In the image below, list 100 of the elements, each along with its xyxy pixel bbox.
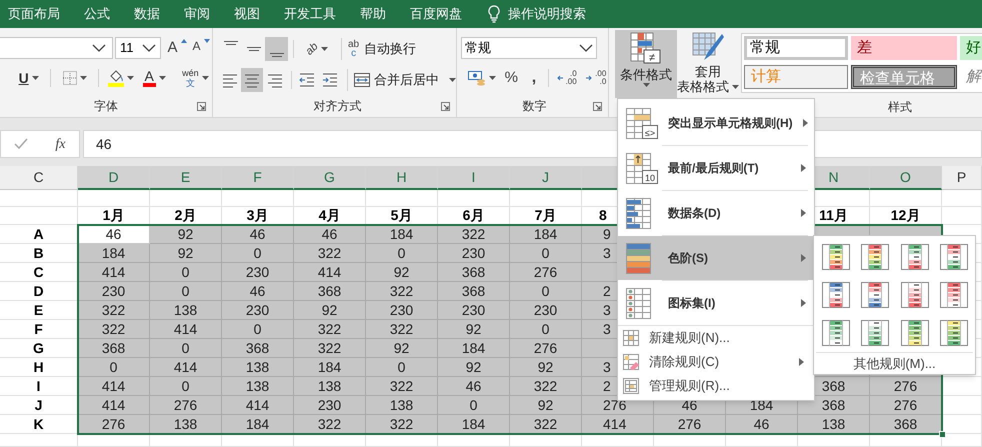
- table-cell: 138: [150, 301, 222, 320]
- table-cell: 322: [510, 377, 582, 396]
- table-cell: 46: [222, 282, 294, 301]
- row-label: A: [0, 225, 78, 244]
- month-header: 3月: [222, 207, 294, 225]
- table-cell: 138: [294, 377, 366, 396]
- table-cell: 230: [222, 301, 294, 320]
- table-cell: 414: [582, 415, 654, 434]
- row-label: D: [0, 282, 78, 301]
- table-cell: 414: [78, 263, 150, 282]
- month-header: 7月: [510, 207, 582, 225]
- table-cell: 230: [366, 301, 438, 320]
- table-cell: 368: [438, 282, 510, 301]
- table-cell: 368: [870, 415, 942, 434]
- table-cell: 414: [78, 396, 150, 415]
- table-cell: 92: [150, 225, 222, 244]
- table-cell: 414: [294, 263, 366, 282]
- table-cell: 46: [726, 415, 798, 434]
- table-cell: 0: [150, 377, 222, 396]
- table-cell: 46: [222, 225, 294, 244]
- table-cell: 230: [438, 301, 510, 320]
- table-cell: 414: [150, 358, 222, 377]
- table-cell: 46: [78, 225, 150, 244]
- table-cell: 276: [870, 396, 942, 415]
- table-cell: 368: [294, 282, 366, 301]
- table-cell: 0: [366, 358, 438, 377]
- table-cell: 0: [150, 263, 222, 282]
- table-cell: 46: [438, 377, 510, 396]
- table-cell: 322: [366, 320, 438, 339]
- month-header: 6月: [438, 207, 510, 225]
- table-cell: 230: [222, 263, 294, 282]
- table-cell: 0: [510, 244, 582, 263]
- number-format-value: 常规: [465, 39, 491, 58]
- table-cell: 92: [438, 320, 510, 339]
- table-cell: 276: [78, 415, 150, 434]
- group-label: 样式: [888, 100, 912, 114]
- table-cell: 138: [222, 358, 294, 377]
- table-cell: 322: [438, 225, 510, 244]
- row-label: F: [0, 320, 78, 339]
- table-cell: 184: [366, 225, 438, 244]
- table-cell: 138: [150, 415, 222, 434]
- table-cell: 322: [510, 415, 582, 434]
- table-cell: 276: [654, 415, 726, 434]
- month-header: 4月: [294, 207, 366, 225]
- table-cell: 184: [438, 415, 510, 434]
- table-cell: 184: [78, 244, 150, 263]
- table-cell: 184: [438, 339, 510, 358]
- table-cell: 230: [294, 396, 366, 415]
- table-cell: 0: [150, 282, 222, 301]
- row-label: B: [0, 244, 78, 263]
- table-cell: 0: [510, 320, 582, 339]
- table-cell: 184: [222, 415, 294, 434]
- table-cell: 0: [510, 282, 582, 301]
- row-label: C: [0, 263, 78, 282]
- table-cell: 276: [510, 339, 582, 358]
- table-cell: 322: [78, 301, 150, 320]
- table-cell: 138: [222, 377, 294, 396]
- table-cell: 0: [366, 244, 438, 263]
- table-cell: 0: [222, 320, 294, 339]
- table-cell: 92: [510, 358, 582, 377]
- row-label: G: [0, 339, 78, 358]
- table-cell: 322: [294, 320, 366, 339]
- table-cell: 322: [294, 415, 366, 434]
- table-cell: 92: [366, 263, 438, 282]
- table-cell: 368: [798, 396, 870, 415]
- table-cell: 92: [366, 339, 438, 358]
- table-cell: 138: [798, 415, 870, 434]
- table-cell: 322: [366, 282, 438, 301]
- table-cell: 0: [438, 396, 510, 415]
- table-cell: 368: [438, 263, 510, 282]
- table-cell: 184: [294, 358, 366, 377]
- table-cell: 138: [366, 396, 438, 415]
- table-cell: 46: [294, 225, 366, 244]
- table-cell: 414: [150, 320, 222, 339]
- table-cell: 322: [294, 244, 366, 263]
- table-cell: 276: [150, 396, 222, 415]
- table-cell: 92: [438, 358, 510, 377]
- table-cell: 184: [510, 225, 582, 244]
- group-label: 字体: [94, 99, 118, 113]
- table-cell: 322: [366, 415, 438, 434]
- table-cell: 230: [438, 244, 510, 263]
- table-cell: 322: [366, 377, 438, 396]
- table-cell: 0: [78, 358, 150, 377]
- row-label: K: [0, 415, 78, 434]
- table-cell: 322: [78, 320, 150, 339]
- row-label: I: [0, 377, 78, 396]
- table-cell: 0: [222, 244, 294, 263]
- month-header: 5月: [366, 207, 438, 225]
- table-cell: 230: [510, 301, 582, 320]
- table-cell: 322: [294, 339, 366, 358]
- table-cell: 92: [150, 244, 222, 263]
- formula-value: 46: [96, 134, 112, 154]
- table-cell: 0: [150, 339, 222, 358]
- table-cell: 276: [870, 377, 942, 396]
- table-cell: 368: [78, 339, 150, 358]
- table-cell: 92: [294, 301, 366, 320]
- table-cell: 276: [510, 263, 582, 282]
- row-label: E: [0, 301, 78, 320]
- row-label: H: [0, 358, 78, 377]
- group-label: 对齐方式: [314, 99, 362, 113]
